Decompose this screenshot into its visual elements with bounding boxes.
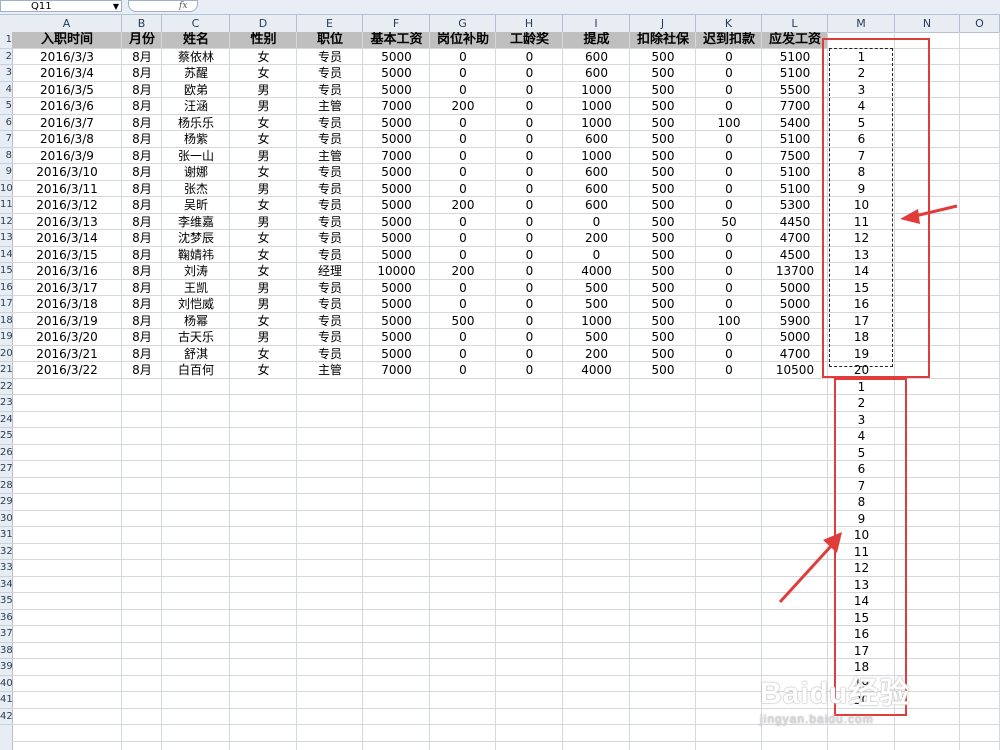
- arrow-right-icon: [900, 204, 958, 224]
- annotation-arrows: [778, 204, 958, 604]
- watermark: Baidu经验 jingyan.baidu.com: [760, 668, 910, 726]
- watermark-brand: Baidu经验: [760, 677, 911, 710]
- arrow-up-icon: [778, 532, 842, 604]
- watermark-url: jingyan.baidu.com: [760, 712, 874, 726]
